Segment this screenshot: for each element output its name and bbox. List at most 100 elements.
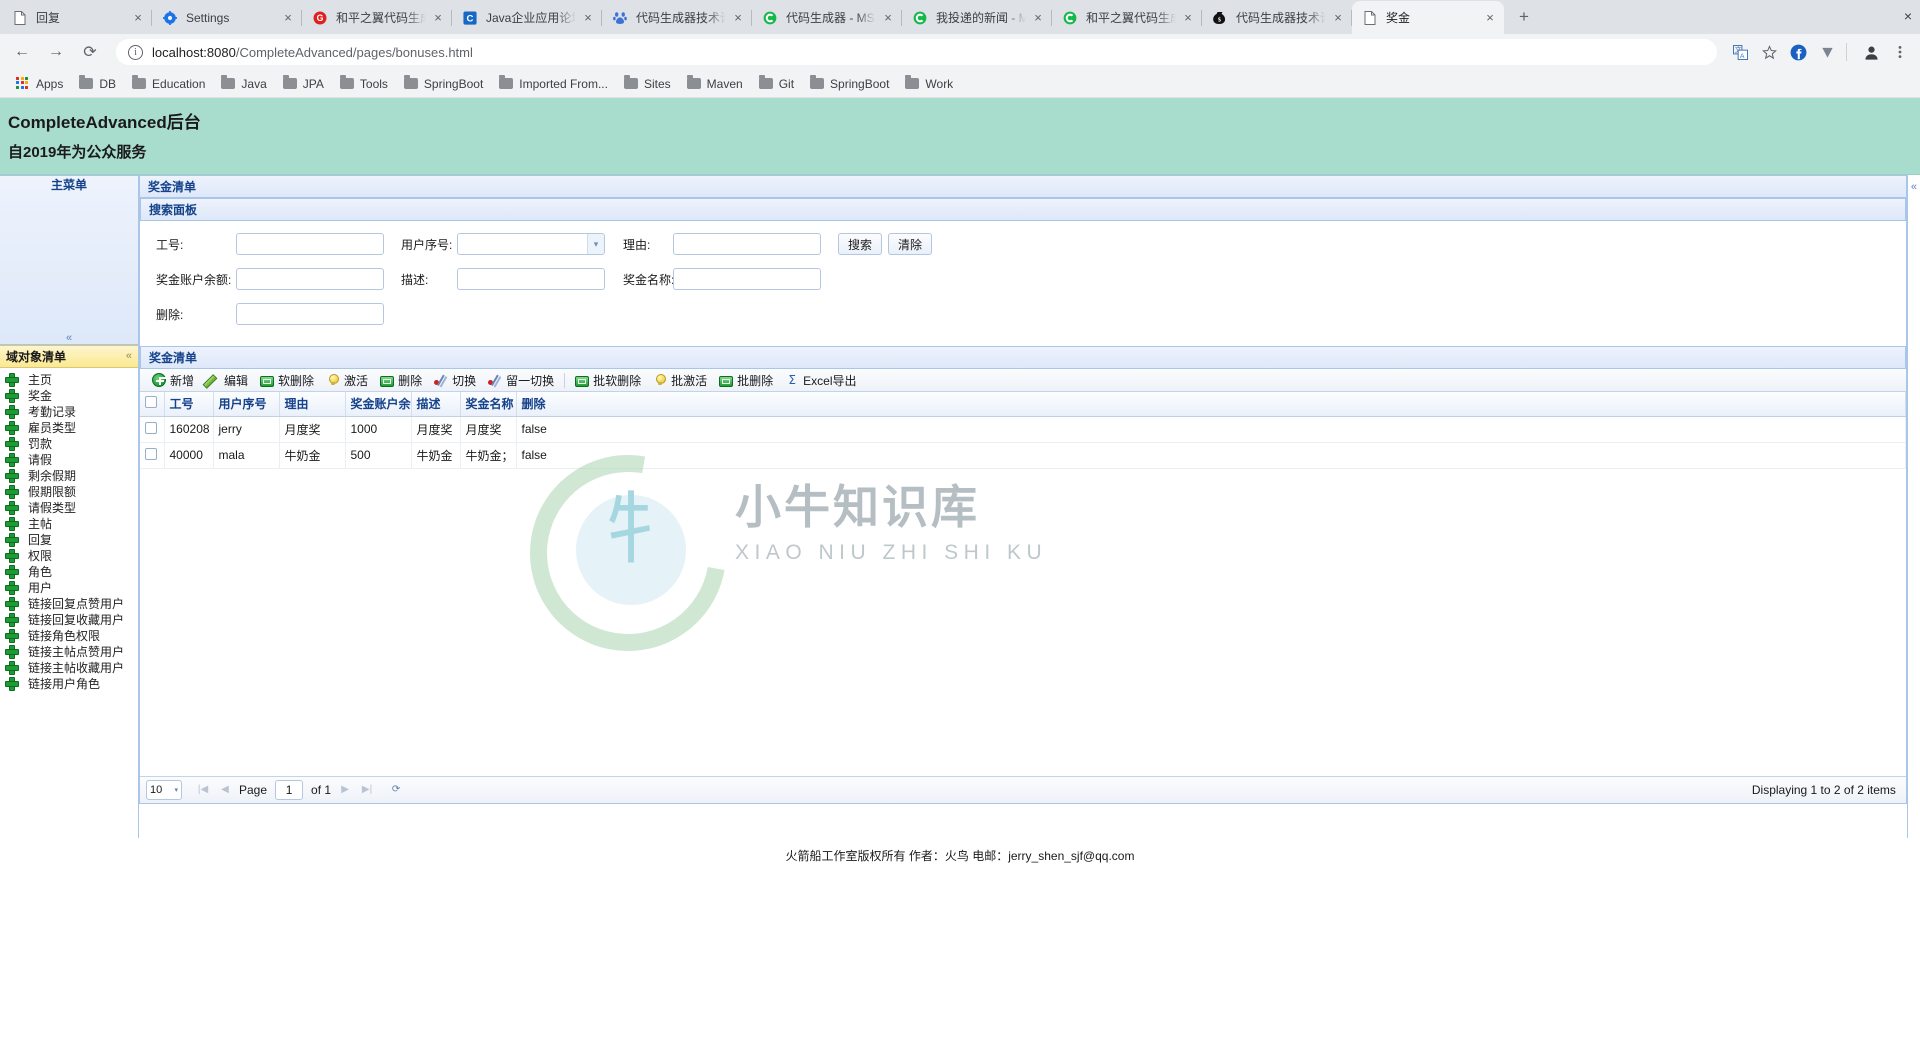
browser-tab[interactable]: 回复 × [2, 1, 152, 34]
sidebar-item[interactable]: 回复 [0, 532, 138, 548]
expand-plus-icon[interactable] [5, 676, 19, 691]
tab-close-icon[interactable]: × [1482, 10, 1498, 26]
first-page-button[interactable]: |◀ [194, 781, 212, 799]
table-row[interactable]: 160208 jerry 月度奖 1000 月度奖 月度奖 false [140, 416, 1906, 443]
sidebar-item[interactable]: 链接主帖点赞用户 [0, 644, 138, 660]
sidebar-item[interactable]: 用户 [0, 580, 138, 596]
row-checkbox[interactable] [145, 421, 157, 434]
expand-plus-icon[interactable] [5, 436, 19, 451]
expand-plus-icon[interactable] [5, 612, 19, 627]
bookmark-item[interactable]: Maven [679, 73, 751, 95]
site-info-icon[interactable]: i [128, 44, 143, 60]
tab-close-icon[interactable]: × [280, 10, 296, 26]
sidebar-item[interactable]: 链接用户角色 [0, 676, 138, 692]
search-input-jiangjin-yue[interactable] [236, 268, 384, 290]
browser-tab[interactable]: 代码生成器 - MSD × [752, 1, 902, 34]
bookmark-item[interactable]: Git [751, 73, 802, 95]
sidebar-item[interactable]: 假期限额 [0, 484, 138, 500]
tab-close-icon[interactable]: × [880, 10, 896, 26]
toolbar-button[interactable]: 批激活 [647, 371, 713, 390]
bookmark-item[interactable]: Imported From... [491, 73, 616, 95]
browser-tab[interactable]: 和平之翼代码生成 × [1052, 1, 1202, 34]
forward-button[interactable]: → [42, 38, 70, 66]
expand-plus-icon[interactable] [5, 500, 19, 515]
toolbar-button[interactable]: 删除 [374, 371, 428, 390]
expand-plus-icon[interactable] [5, 452, 19, 467]
right-collapse-rail[interactable]: « [1906, 175, 1920, 838]
collapse-up-icon[interactable]: « [126, 350, 132, 362]
select-all-checkbox[interactable] [145, 396, 157, 409]
select-all-header[interactable] [140, 392, 165, 417]
expand-plus-icon[interactable] [5, 404, 19, 419]
sidebar-item[interactable]: 奖金 [0, 388, 138, 404]
expand-plus-icon[interactable] [5, 532, 19, 547]
column-header[interactable]: 用户序号 [213, 392, 280, 417]
toolbar-button[interactable]: 新增 [146, 371, 200, 390]
expand-plus-icon[interactable] [5, 484, 19, 499]
tab-close-icon[interactable]: × [430, 10, 446, 26]
bookmark-item[interactable]: SpringBoot [396, 73, 491, 95]
tab-close-icon[interactable]: × [1030, 10, 1046, 26]
browser-tab[interactable]: 代码生成器技术论 × [602, 1, 752, 34]
profile-icon[interactable] [1859, 40, 1883, 64]
expand-plus-icon[interactable] [5, 420, 19, 435]
toolbar-button[interactable]: 留一切换 [482, 371, 560, 390]
column-header[interactable]: 删除 [516, 392, 1906, 417]
expand-plus-icon[interactable] [5, 564, 19, 579]
expand-plus-icon[interactable] [5, 372, 19, 387]
row-select-cell[interactable] [140, 442, 165, 469]
table-row[interactable]: 40000 mala 牛奶金 500 牛奶金 牛奶金； false [140, 442, 1906, 469]
clear-button[interactable]: 清除 [888, 233, 933, 255]
toolbar-button[interactable]: 批删除 [713, 371, 779, 390]
expand-plus-icon[interactable] [5, 596, 19, 611]
sidebar-item[interactable]: 权限 [0, 548, 138, 564]
translate-icon[interactable]: 文A [1728, 40, 1752, 64]
sidebar-item[interactable]: 主页 [0, 372, 138, 388]
bookmark-star-icon[interactable] [1757, 40, 1781, 64]
sidebar-item[interactable]: 考勤记录 [0, 404, 138, 420]
sidebar-item[interactable]: 角色 [0, 564, 138, 580]
sidebar-item[interactable]: 链接角色权限 [0, 628, 138, 644]
address-bar[interactable]: i localhost:8080/CompleteAdvanced/pages/… [116, 39, 1717, 65]
page-number-input[interactable] [275, 779, 304, 800]
expand-plus-icon[interactable] [5, 628, 19, 643]
search-input-gonghao[interactable] [236, 233, 384, 255]
expand-plus-icon[interactable] [5, 516, 19, 531]
expand-plus-icon[interactable] [5, 644, 19, 659]
sidebar-item[interactable]: 请假类型 [0, 500, 138, 516]
prev-page-button[interactable]: ◀ [216, 781, 234, 799]
search-input-miaoshu[interactable] [457, 268, 605, 290]
refresh-button[interactable]: ⟳ [387, 781, 405, 799]
bookmark-item[interactable]: SpringBoot [802, 73, 897, 95]
back-button[interactable]: ← [8, 38, 36, 66]
browser-tab[interactable]: 我投递的新闻 - M × [902, 1, 1052, 34]
browser-tab[interactable]: G 和平之翼代码生成 × [302, 1, 452, 34]
expand-plus-icon[interactable] [5, 660, 19, 675]
row-checkbox[interactable] [145, 447, 157, 460]
toolbar-button[interactable]: 激活 [320, 371, 374, 390]
bookmark-item[interactable]: Education [124, 73, 213, 95]
sidebar-item[interactable]: 链接回复收藏用户 [0, 612, 138, 628]
sidebar-item[interactable]: 请假 [0, 452, 138, 468]
sidebar-item[interactable]: 链接回复点赞用户 [0, 596, 138, 612]
new-tab-button[interactable]: + [1510, 3, 1538, 31]
column-header[interactable]: 奖金账户余额 [345, 392, 412, 417]
search-combo-yonghuxuhao[interactable]: ▾ [457, 233, 605, 255]
expand-plus-icon[interactable] [5, 468, 19, 483]
search-input-shanchu[interactable] [236, 303, 384, 325]
column-header[interactable]: 描述 [411, 392, 461, 417]
sidebar-item[interactable]: 链接主帖收藏用户 [0, 660, 138, 676]
browser-tab[interactable]: C Java企业应用论坛 × [452, 1, 602, 34]
tab-close-icon[interactable]: × [130, 10, 146, 26]
browser-tab[interactable]: Settings × [152, 1, 302, 34]
bookmark-item[interactable]: JPA [275, 73, 332, 95]
browser-tab[interactable]: 奖金 × [1352, 1, 1504, 34]
extension-v-icon[interactable] [1815, 40, 1839, 64]
expand-plus-icon[interactable] [5, 548, 19, 563]
expand-plus-icon[interactable] [5, 580, 19, 595]
toolbar-button[interactable]: Σ Excel导出 [779, 371, 862, 390]
tab-close-icon[interactable]: × [1180, 10, 1196, 26]
bookmark-item[interactable]: Apps [8, 73, 71, 95]
bookmark-item[interactable]: DB [71, 73, 124, 95]
reload-button[interactable]: ⟳ [76, 38, 104, 66]
